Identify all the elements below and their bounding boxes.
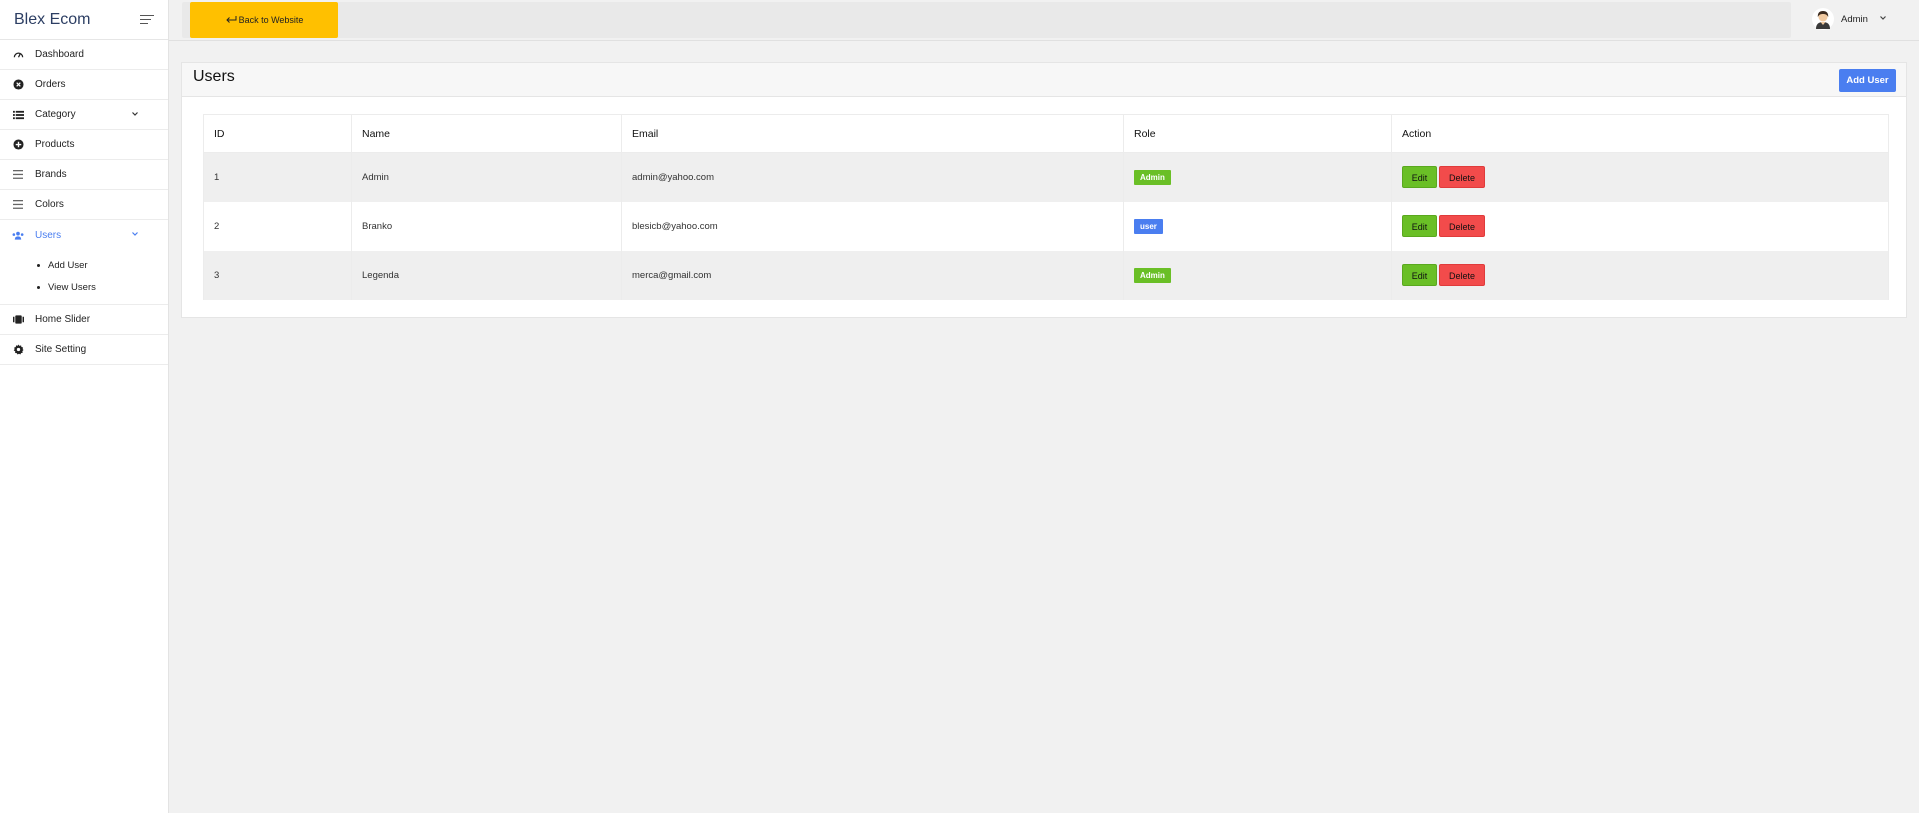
cell-action: Edit Delete	[1391, 250, 1889, 300]
chevron-down-icon[interactable]	[1878, 10, 1888, 28]
sidebar-item-label: Home Slider	[35, 314, 91, 325]
table-row: 2 Branko blesicb@yahoo.com user Edit Dele…	[203, 201, 1889, 251]
cell-email: admin@yahoo.com	[621, 152, 1124, 202]
sidebar-item-site-setting[interactable]: Site Setting	[0, 335, 168, 365]
sidebar-item-dashboard[interactable]: Dashboard	[0, 40, 168, 70]
users-icon	[12, 229, 24, 241]
slider-icon	[12, 314, 24, 326]
cell-name: Admin	[351, 152, 622, 202]
sidebar-item-label: Category	[35, 109, 76, 120]
cell-role: Admin	[1123, 250, 1392, 300]
column-header-email[interactable]: Email	[621, 114, 1124, 153]
top-bar	[182, 2, 1791, 38]
sidebar-item-label: Site Setting	[35, 344, 87, 355]
column-header-action[interactable]: Action	[1391, 114, 1889, 153]
table-row: 1 Admin admin@yahoo.com Admin Edit Delete	[203, 152, 1889, 202]
sidebar-item-label: Orders	[35, 79, 66, 90]
cell-email: blesicb@yahoo.com	[621, 201, 1124, 251]
users-card: Users Add User ID Name Email Role Action…	[181, 62, 1907, 318]
brand-row: Blex Ecom	[0, 0, 168, 40]
sidebar-item-label: Brands	[35, 169, 67, 180]
submenu-item-label: Add User	[48, 259, 88, 271]
menu-toggle-icon[interactable]	[140, 14, 154, 25]
delete-button[interactable]: Delete	[1439, 166, 1485, 189]
cell-action: Edit Delete	[1391, 152, 1889, 202]
sidebar-item-orders[interactable]: Orders	[0, 70, 168, 100]
sidebar-item-label: Dashboard	[35, 49, 84, 60]
page-title: Users	[193, 68, 235, 85]
back-to-website-label: Back to Website	[238, 15, 304, 25]
sidebar-item-brands[interactable]: Brands	[0, 160, 168, 190]
cell-role: Admin	[1123, 152, 1392, 202]
column-header-name[interactable]: Name	[351, 114, 622, 153]
lines-icon	[12, 169, 24, 181]
sidebar: Blex Ecom Dashboard Orders Category Prod…	[0, 0, 169, 813]
sidebar-item-colors[interactable]: Colors	[0, 190, 168, 220]
users-submenu: Add User View Users	[0, 250, 168, 305]
submenu-item-label: View Users	[48, 281, 96, 293]
sidebar-item-label: Users	[35, 229, 62, 241]
list-icon	[12, 109, 24, 121]
bullet-icon	[37, 263, 40, 267]
sidebar-item-home-slider[interactable]: Home Slider	[0, 305, 168, 335]
add-user-button[interactable]: Add User	[1839, 69, 1896, 92]
cell-email: merca@gmail.com	[621, 250, 1124, 300]
gear-icon	[12, 344, 24, 356]
user-name: Admin	[1841, 13, 1868, 25]
submenu-item-view-users[interactable]: View Users	[37, 276, 168, 298]
cell-id: 1	[203, 152, 352, 202]
table-row: 3 Legenda merca@gmail.com Admin Edit Dele…	[203, 250, 1889, 300]
edit-button[interactable]: Edit	[1402, 215, 1437, 237]
cell-role: user	[1123, 201, 1392, 251]
role-badge: Admin	[1134, 267, 1171, 283]
cell-id: 3	[203, 250, 352, 300]
cell-id: 2	[203, 201, 352, 251]
plus-circle-icon	[12, 139, 24, 151]
table-header-row: ID Name Email Role Action	[203, 114, 1889, 153]
chevron-down-icon[interactable]	[130, 109, 140, 119]
back-to-website-button[interactable]: Back to Website	[190, 2, 338, 38]
bullet-icon	[37, 285, 40, 289]
header-divider	[169, 40, 1919, 41]
delete-button[interactable]: Delete	[1439, 215, 1485, 237]
cell-name: Branko	[351, 201, 622, 251]
role-badge: Admin	[1134, 169, 1171, 185]
sidebar-item-users[interactable]: Users	[0, 220, 168, 250]
cell-name: Legenda	[351, 250, 622, 300]
avatar	[1812, 8, 1834, 30]
edit-button[interactable]: Edit	[1402, 166, 1437, 189]
sidebar-item-products[interactable]: Products	[0, 130, 168, 160]
sidebar-item-label: Colors	[35, 199, 64, 210]
submenu-item-add-user[interactable]: Add User	[37, 254, 168, 276]
role-badge: user	[1134, 218, 1163, 234]
card-header: Users Add User	[182, 63, 1906, 97]
edit-button[interactable]: Edit	[1402, 264, 1437, 286]
user-menu[interactable]: Admin	[1812, 8, 1888, 30]
sidebar-item-category[interactable]: Category	[0, 100, 168, 130]
delete-button[interactable]: Delete	[1439, 264, 1485, 286]
return-arrow-icon	[225, 16, 237, 23]
gauge-icon	[12, 49, 24, 61]
orders-icon	[12, 79, 24, 91]
brand-logo[interactable]: Blex Ecom	[14, 11, 90, 29]
users-table: ID Name Email Role Action 1 Admin admin@…	[203, 114, 1889, 300]
lines-icon	[12, 199, 24, 211]
sidebar-item-label: Products	[35, 139, 75, 150]
chevron-down-icon[interactable]	[130, 229, 140, 239]
column-header-id[interactable]: ID	[203, 114, 352, 153]
cell-action: Edit Delete	[1391, 201, 1889, 251]
column-header-role[interactable]: Role	[1123, 114, 1392, 153]
